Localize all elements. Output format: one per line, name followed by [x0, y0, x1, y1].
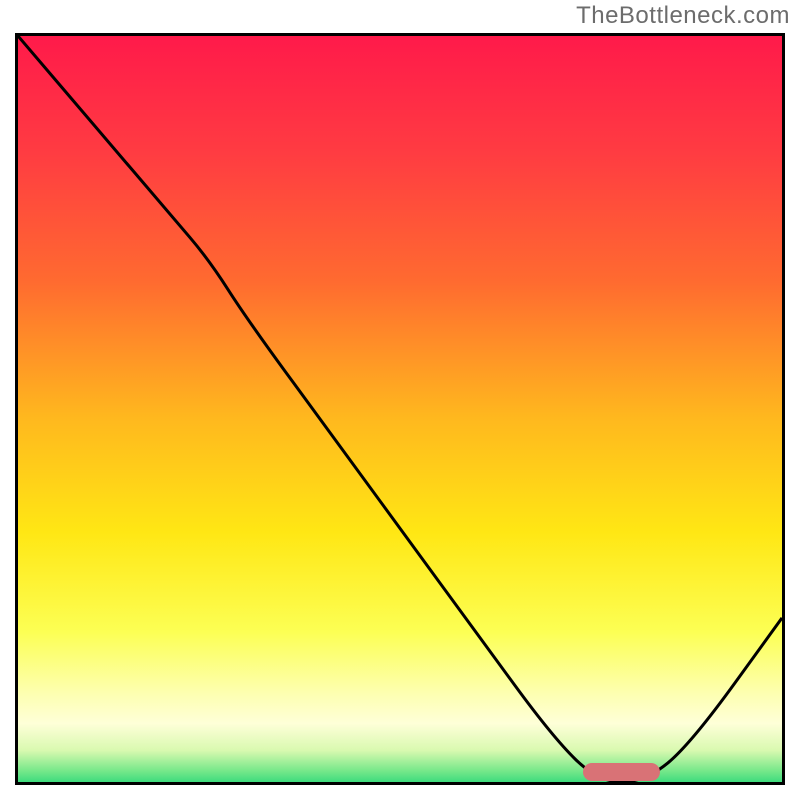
- watermark-text: TheBottleneck.com: [576, 2, 790, 30]
- bottleneck-curve: [18, 36, 782, 782]
- optimal-range-marker: [583, 763, 659, 781]
- plot-area: [15, 33, 785, 785]
- chart-frame: TheBottleneck.com: [0, 0, 800, 800]
